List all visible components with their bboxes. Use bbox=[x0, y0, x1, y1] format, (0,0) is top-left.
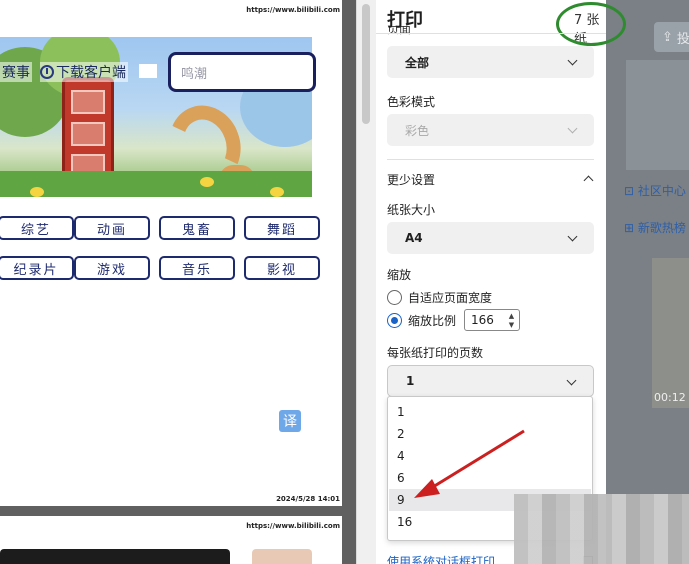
chevron-up-icon bbox=[583, 175, 594, 186]
spin-down-icon[interactable]: ▼ bbox=[507, 321, 516, 329]
site-search-input[interactable]: 鸣潮 bbox=[168, 52, 316, 92]
paper-size-select[interactable]: A4 bbox=[387, 222, 594, 254]
scale-label: 缩放 bbox=[387, 268, 412, 282]
video-thumbnail bbox=[252, 549, 312, 564]
nav-link-events[interactable]: 赛事 bbox=[0, 62, 32, 82]
pages-per-sheet-select[interactable]: 1 bbox=[387, 365, 594, 397]
preview-scrollbar[interactable] bbox=[356, 0, 376, 564]
upload-icon: ⇪ bbox=[662, 29, 673, 45]
color-mode-select[interactable]: 彩色 bbox=[387, 114, 594, 146]
dropdown-option[interactable]: 1 bbox=[389, 401, 591, 423]
pages-per-sheet-label: 每张纸打印的页数 bbox=[387, 346, 484, 360]
blurred-watermark bbox=[514, 494, 689, 564]
category-button[interactable]: 音乐 bbox=[159, 256, 235, 280]
video-thumbnail bbox=[0, 549, 230, 564]
spin-up-icon[interactable]: ▲ bbox=[507, 312, 516, 320]
category-button[interactable]: 游戏 bbox=[74, 256, 150, 280]
category-button[interactable]: 舞蹈 bbox=[244, 216, 320, 240]
category-button[interactable]: 动画 bbox=[74, 216, 150, 240]
annotation-circle bbox=[556, 2, 626, 46]
radio-button[interactable] bbox=[387, 290, 402, 305]
chevron-down-icon bbox=[567, 123, 578, 134]
chevron-down-icon bbox=[567, 231, 578, 242]
background-share-button: ⇪ 投 bbox=[654, 22, 689, 52]
preview-page-1: https://www.bilibili.com 赛事 下载客户端 鸣潮 综艺 bbox=[0, 0, 342, 506]
chevron-down-icon bbox=[566, 375, 577, 386]
category-button[interactable]: 纪录片 bbox=[0, 256, 74, 280]
paper-size-label: 纸张大小 bbox=[387, 203, 436, 217]
category-button[interactable]: 鬼畜 bbox=[159, 216, 235, 240]
more-settings-toggle[interactable]: 更少设置 bbox=[387, 171, 594, 189]
print-dialog-title: 打印 bbox=[387, 10, 423, 31]
background-link-hot: ⊞ 新歌热榜 bbox=[624, 221, 686, 235]
scale-percent-input[interactable]: 166 ▲ ▼ bbox=[464, 309, 520, 331]
scale-custom-option[interactable]: 缩放比例 bbox=[387, 312, 456, 329]
community-icon: ⊡ bbox=[624, 184, 638, 198]
translate-icon[interactable]: 译 bbox=[279, 410, 301, 432]
video-duration: 00:12 bbox=[654, 391, 686, 404]
page-header-url: https://www.bilibili.com bbox=[246, 6, 340, 14]
dropdown-option[interactable]: 4 bbox=[389, 445, 591, 467]
download-icon bbox=[40, 65, 54, 79]
background-link-community: ⊡ 社区中心 bbox=[624, 184, 686, 198]
color-mode-label: 色彩模式 bbox=[387, 95, 436, 109]
page-header-url: https://www.bilibili.com bbox=[246, 522, 340, 530]
radio-button-selected[interactable] bbox=[387, 313, 402, 328]
chevron-down-icon bbox=[567, 55, 578, 66]
music-icon: ⊞ bbox=[624, 221, 638, 235]
scrollbar-thumb[interactable] bbox=[362, 4, 370, 124]
print-settings-panel: 页面 打印 7 张纸 全部 色彩模式 彩色 更少设置 纸张大小 A4 缩放 自适… bbox=[376, 0, 626, 564]
pages-select[interactable]: 全部 bbox=[387, 46, 594, 78]
page-footer-date: 2024/5/28 14:01 bbox=[276, 495, 340, 503]
preview-page-2: https://www.bilibili.com bbox=[0, 516, 342, 564]
dropdown-option[interactable]: 6 bbox=[389, 467, 591, 489]
nav-link-download-client[interactable]: 下载客户端 bbox=[40, 62, 128, 82]
background-webpage: ⇪ 投 ⊡ 社区中心 ⊞ 新歌热榜 00:12 bbox=[606, 0, 689, 564]
system-dialog-link[interactable]: 使用系统对话框打印... bbox=[387, 553, 506, 564]
category-button[interactable]: 综艺 bbox=[0, 216, 74, 240]
category-button[interactable]: 影视 bbox=[244, 256, 320, 280]
scale-fit-width-option[interactable]: 自适应页面宽度 bbox=[387, 289, 492, 306]
print-preview-area: https://www.bilibili.com 赛事 下载客户端 鸣潮 综艺 bbox=[0, 0, 356, 564]
dropdown-option[interactable]: 2 bbox=[389, 423, 591, 445]
nav-client-label: 下载客户端 bbox=[56, 65, 126, 81]
